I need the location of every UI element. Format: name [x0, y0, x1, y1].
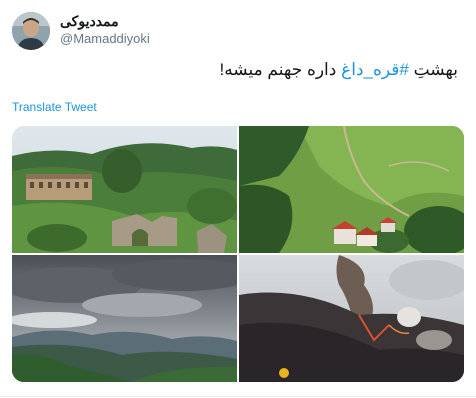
hashtag-link[interactable]: #قره_داغ: [341, 60, 409, 79]
photo-green-forest-ruins[interactable]: [12, 126, 237, 253]
tweet-card: ممددیوکی @Mamaddiyoki بهشتِ #قره_داغ دار…: [0, 0, 476, 398]
media-grid: [12, 126, 464, 382]
user-handle[interactable]: @Mamaddiyoki: [60, 31, 150, 46]
avatar[interactable]: [12, 12, 50, 50]
photo-cloudy-mountains[interactable]: [12, 255, 237, 382]
photo-forest-fire[interactable]: [239, 255, 464, 382]
photo-valley-village[interactable]: [239, 126, 464, 253]
tweet-text: بهشتِ #قره_داغ داره جهنم میشه!: [219, 60, 458, 80]
avatar-image: [12, 12, 50, 50]
tweet-text-prefix: بهشتِ: [408, 60, 458, 79]
divider: [0, 396, 476, 397]
display-name[interactable]: ممددیوکی: [60, 13, 119, 30]
translate-tweet-link[interactable]: Translate Tweet: [12, 100, 97, 114]
tweet-text-suffix: داره جهنم میشه!: [219, 60, 342, 79]
